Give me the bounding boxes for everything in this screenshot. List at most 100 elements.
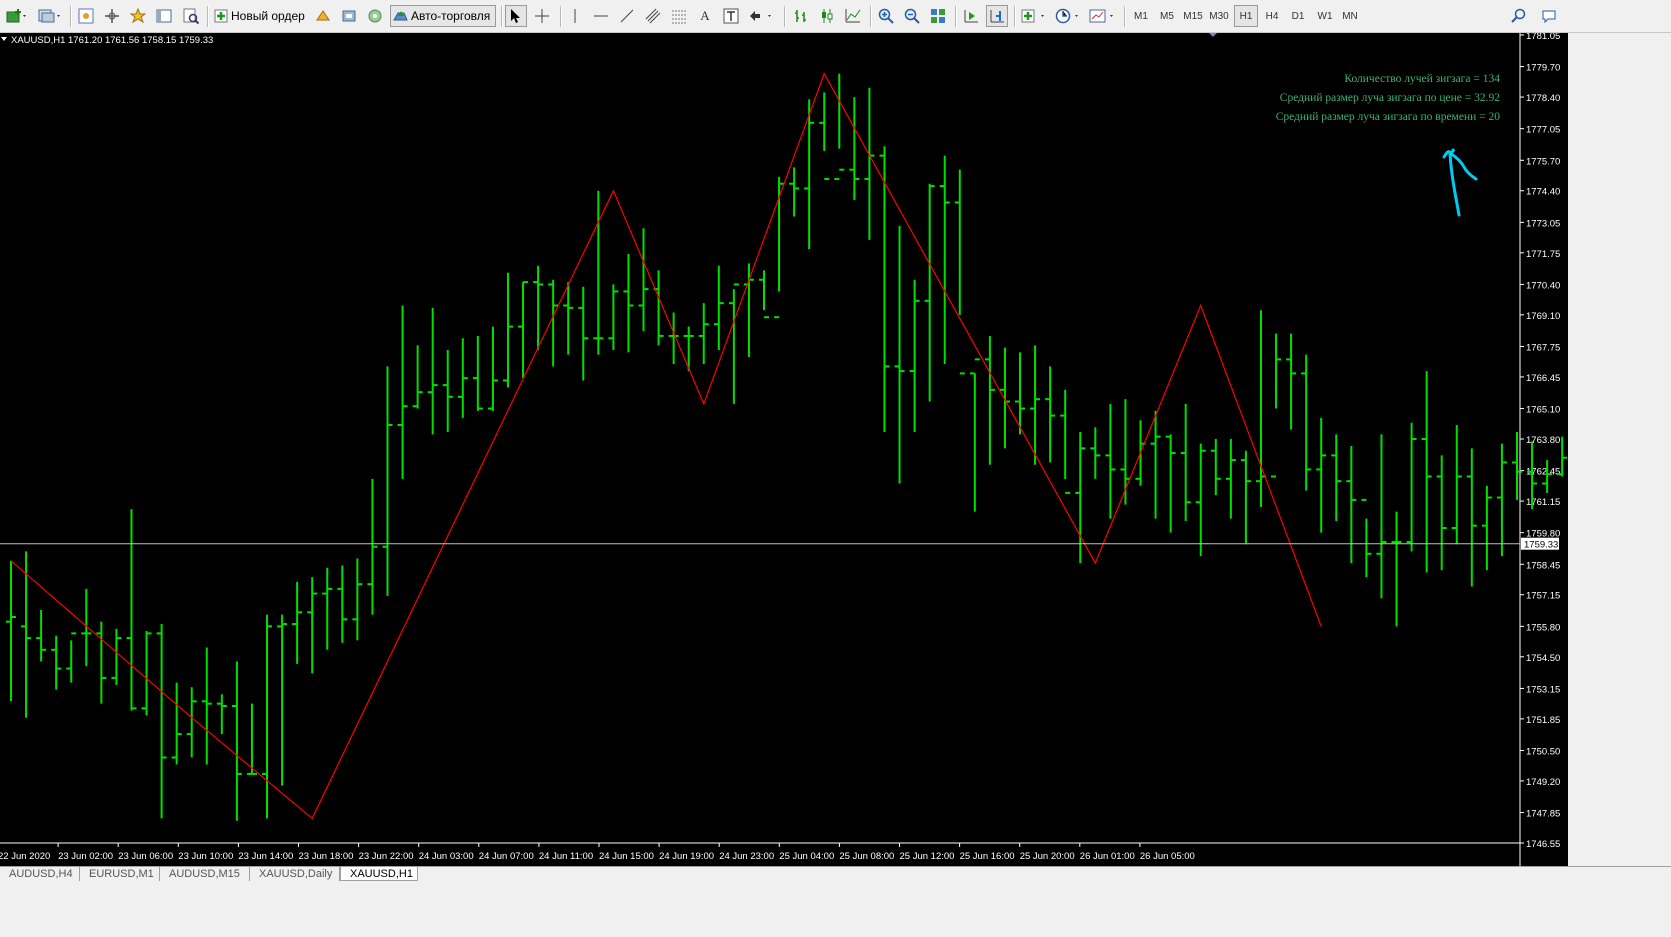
ohlc-bar	[156, 624, 167, 819]
navigator-button[interactable]	[102, 5, 122, 27]
ohlc-bar	[1271, 333, 1282, 478]
ohlc-bar	[1376, 434, 1387, 599]
time-tick-label: 25 Jun 12:00	[900, 851, 955, 862]
zoom-out-button[interactable]	[901, 5, 923, 27]
favorites-button[interactable]	[128, 5, 148, 27]
timeframe-m1[interactable]: M1	[1129, 5, 1153, 27]
vertical-line-button[interactable]	[564, 5, 586, 27]
cursor-tool-button[interactable]	[505, 5, 527, 27]
tab-audusd-h4[interactable]: AUDUSD,H4	[0, 867, 80, 881]
indicators-button[interactable]	[1019, 5, 1051, 27]
timeframe-h4[interactable]: H4	[1260, 5, 1284, 27]
trendline-icon	[620, 9, 634, 23]
ohlc-bar	[1105, 403, 1116, 519]
chat-button[interactable]	[1538, 5, 1560, 27]
price-tick-label: 1771.75	[1526, 249, 1560, 260]
timeframe-m30[interactable]: M30	[1207, 5, 1231, 27]
tile-windows-button[interactable]	[927, 5, 949, 27]
chart-tabs: AUDUSD,H4 EURUSD,M1 AUDUSD,M15 XAUUSD,Da…	[0, 866, 1671, 881]
ohlc-bar	[698, 303, 709, 365]
market-button[interactable]	[338, 5, 360, 27]
strategy-tester-button[interactable]	[180, 5, 202, 27]
price-tick-label: 1746.55	[1526, 839, 1560, 850]
timeframe-m5[interactable]: M5	[1155, 5, 1179, 27]
signal-icon	[316, 10, 330, 21]
crosshair-tool-button[interactable]	[531, 5, 553, 27]
terminal-button[interactable]	[154, 5, 174, 27]
timeframe-h1[interactable]: H1	[1234, 5, 1258, 27]
chart-shift-button[interactable]	[986, 5, 1008, 27]
profiles-button[interactable]	[36, 5, 64, 27]
ohlc-bar	[1225, 439, 1236, 519]
bar-chart-icon	[795, 10, 806, 22]
timeframe-d1[interactable]: D1	[1286, 5, 1310, 27]
profiles-icon	[38, 9, 60, 23]
periods-button[interactable]	[1054, 5, 1084, 27]
market-watch-icon	[78, 8, 94, 24]
templates-button[interactable]	[1088, 5, 1118, 27]
horizontal-line-button[interactable]	[590, 5, 612, 27]
equidistant-channel-button[interactable]	[642, 5, 664, 27]
timeframe-w1[interactable]: W1	[1313, 5, 1337, 27]
ohlc-bar	[262, 614, 273, 819]
price-tick-label: 1747.85	[1526, 809, 1560, 820]
line-chart-button[interactable]	[842, 5, 864, 27]
text-icon: A	[700, 8, 710, 23]
ohlc-bar	[457, 338, 468, 418]
ohlc-bar	[1466, 448, 1477, 587]
market-watch-button[interactable]	[76, 5, 96, 27]
vps-icon	[368, 9, 382, 23]
ohlc-bar	[954, 169, 965, 375]
new-order-label: Новый ордер	[231, 9, 305, 23]
market-icon	[342, 10, 356, 22]
ohlc-bar	[1240, 450, 1251, 545]
ohlc-bar	[502, 272, 513, 388]
time-tick-label: 24 Jun 23:00	[719, 851, 774, 862]
new-chart-button[interactable]	[4, 5, 30, 27]
autotrade-label: Авто-торговля	[411, 9, 491, 23]
tab-audusd-m15[interactable]: AUDUSD,M15	[160, 867, 250, 881]
ohlc-bar	[427, 307, 438, 435]
search-button[interactable]	[1508, 5, 1530, 27]
zoom-in-button[interactable]	[875, 5, 897, 27]
ohlc-bar	[186, 687, 197, 758]
price-chart[interactable]: 1781.05 1779.70 1778.40 1777.05 1775.70 1774.…	[0, 33, 1568, 866]
ohlc-bar	[322, 567, 333, 650]
time-tick-label: 25 Jun 08:00	[839, 851, 894, 862]
ohlc-bar	[623, 253, 634, 353]
chart-header: XAUUSD,H1 1761.20 1761.56 1758.15 1759.3…	[11, 35, 213, 46]
new-chart-icon	[6, 9, 26, 23]
autotrade-button[interactable]: Авто-торговля	[390, 5, 496, 27]
ohlc-bar	[367, 478, 378, 615]
timeframe-m15[interactable]: M15	[1181, 5, 1205, 27]
text-label-button[interactable]	[720, 5, 742, 27]
ohlc-bar	[1451, 424, 1462, 545]
templates-icon	[1089, 9, 1113, 23]
ohlc-bar	[999, 347, 1010, 449]
ohlc-bar	[924, 183, 935, 402]
timeframe-mn[interactable]: MN	[1338, 5, 1362, 27]
arrows-button[interactable]	[746, 5, 778, 27]
fibonacci-button[interactable]	[668, 5, 690, 27]
tab-xauusd-h1[interactable]: XAUUSD,H1	[340, 867, 418, 881]
ohlc-bar	[984, 335, 995, 465]
ohlc-bar	[608, 284, 619, 351]
bar-chart-button[interactable]	[790, 5, 812, 27]
ohlc-bar	[472, 335, 483, 411]
signals-button[interactable]	[312, 5, 334, 27]
crosshair-icon	[535, 9, 549, 23]
vps-button[interactable]	[364, 5, 386, 27]
trendline-button[interactable]	[616, 5, 638, 27]
time-tick-label: 23 Jun 02:00	[58, 851, 113, 862]
tab-eurusd-m1[interactable]: EURUSD,M1	[80, 867, 160, 881]
text-tool-button[interactable]: A	[694, 5, 716, 27]
ohlc-bar	[1406, 422, 1417, 552]
autoscroll-button[interactable]	[960, 5, 982, 27]
new-order-button[interactable]: Новый ордер	[213, 5, 308, 27]
price-tick-label: 1750.50	[1526, 746, 1560, 757]
price-tick-label: 1773.05	[1526, 218, 1560, 229]
time-tick-label: 25 Jun 16:00	[960, 851, 1015, 862]
chart-window[interactable]: 1781.05 1779.70 1778.40 1777.05 1775.70 1774.…	[0, 33, 1568, 866]
tab-xauusd-daily[interactable]: XAUUSD,Daily	[250, 867, 340, 881]
candlestick-chart-button[interactable]	[816, 5, 838, 27]
